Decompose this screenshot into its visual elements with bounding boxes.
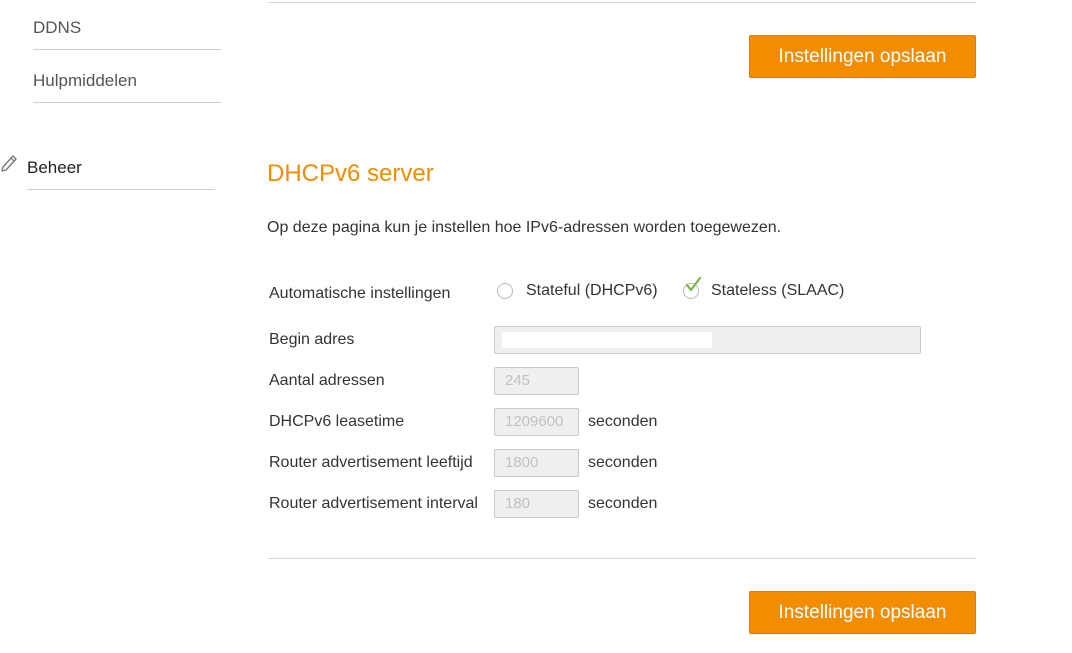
save-settings-button[interactable]: Instellingen opslaan (749, 35, 976, 78)
sidebar-divider (33, 49, 221, 50)
sidebar-item-hulpmiddelen[interactable]: Hulpmiddelen (33, 71, 137, 91)
sidebar-divider (27, 189, 215, 190)
begin-address-label: Begin adres (269, 331, 355, 348)
ra-lifetime-label: Router advertisement leeftijd (269, 454, 473, 471)
page-description: Op deze pagina kun je instellen hoe IPv6… (267, 219, 782, 236)
radio-stateful-label[interactable]: Stateful (DHCPv6) (526, 282, 658, 300)
radio-stateful[interactable] (497, 283, 513, 299)
sidebar-item-beheer[interactable]: Beheer (27, 158, 82, 178)
pencil-icon (0, 154, 18, 179)
leasetime-unit: seconden (588, 413, 658, 430)
radio-stateless-label[interactable]: Stateless (SLAAC) (711, 282, 844, 300)
auto-settings-label: Automatische instellingen (269, 285, 451, 302)
section-divider (268, 2, 976, 3)
page-title: DHCPv6 server (267, 160, 434, 187)
save-settings-button[interactable]: Instellingen opslaan (749, 591, 976, 634)
leasetime-input[interactable]: 1209600 (494, 408, 579, 436)
sidebar-item-ddns[interactable]: DDNS (33, 18, 81, 38)
address-count-input[interactable]: 245 (494, 367, 579, 395)
address-count-label: Aantal adressen (269, 372, 385, 389)
ra-interval-unit: seconden (588, 495, 658, 512)
ra-interval-input[interactable]: 180 (494, 490, 579, 518)
redacted-value (502, 332, 712, 348)
section-divider (268, 558, 976, 559)
checkmark-icon (683, 275, 703, 300)
ra-lifetime-unit: seconden (588, 454, 658, 471)
leasetime-label: DHCPv6 leasetime (269, 413, 405, 430)
sidebar-divider (33, 102, 221, 103)
ra-interval-label: Router advertisement interval (269, 495, 478, 512)
ra-lifetime-input[interactable]: 1800 (494, 449, 579, 477)
